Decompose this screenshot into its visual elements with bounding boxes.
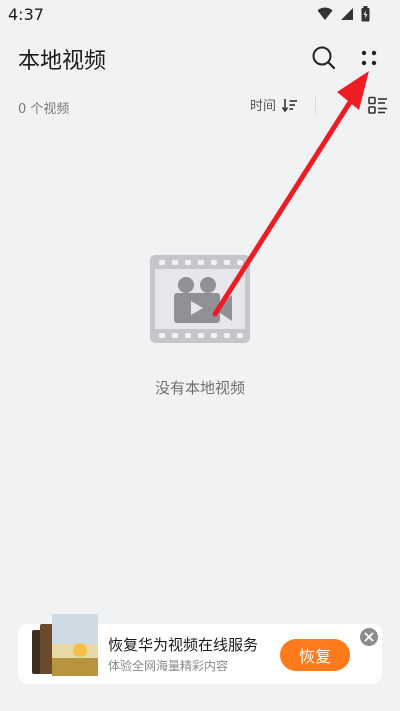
close-icon bbox=[364, 632, 374, 642]
view-toggle-icon bbox=[368, 96, 387, 114]
status-bar: 4:37 bbox=[0, 0, 400, 28]
banner-subtitle: 体验全网海量精彩内容 bbox=[108, 659, 229, 673]
banner-close-button[interactable] bbox=[360, 628, 378, 646]
restore-button[interactable]: 恢复 bbox=[280, 639, 350, 671]
search-button[interactable] bbox=[310, 44, 338, 72]
page-title: 本地视频 bbox=[18, 49, 107, 74]
battery-icon bbox=[361, 6, 370, 22]
wifi-icon bbox=[317, 7, 333, 20]
promo-banner[interactable]: 恢复华为视频在线服务 体验全网海量精彩内容 恢复 bbox=[18, 614, 382, 684]
status-time: 4:37 bbox=[8, 5, 44, 24]
sub-bar: 0 个视频 时间 bbox=[0, 94, 400, 120]
screen: 4:37 本地视频 0 个视频 时间 没有本地视频 恢复华为视频在线服务 体验全… bbox=[0, 0, 400, 711]
sort-label: 时间 bbox=[250, 99, 277, 114]
status-icons bbox=[317, 6, 370, 22]
view-toggle-button[interactable] bbox=[368, 96, 388, 116]
header: 本地视频 bbox=[0, 40, 400, 80]
signal-icon bbox=[341, 8, 353, 20]
sort-button[interactable]: 时间 bbox=[250, 95, 298, 114]
sub-bar-divider bbox=[315, 97, 316, 115]
sort-icon bbox=[282, 98, 298, 112]
more-options-button[interactable] bbox=[355, 44, 383, 72]
banner-title: 恢复华为视频在线服务 bbox=[108, 636, 259, 654]
more-icon bbox=[361, 50, 377, 66]
video-camera-icon bbox=[150, 255, 250, 343]
video-count: 0 个视频 bbox=[18, 102, 70, 117]
banner-thumbnails bbox=[32, 614, 98, 676]
search-icon bbox=[312, 46, 336, 70]
empty-message: 没有本地视频 bbox=[154, 379, 245, 397]
